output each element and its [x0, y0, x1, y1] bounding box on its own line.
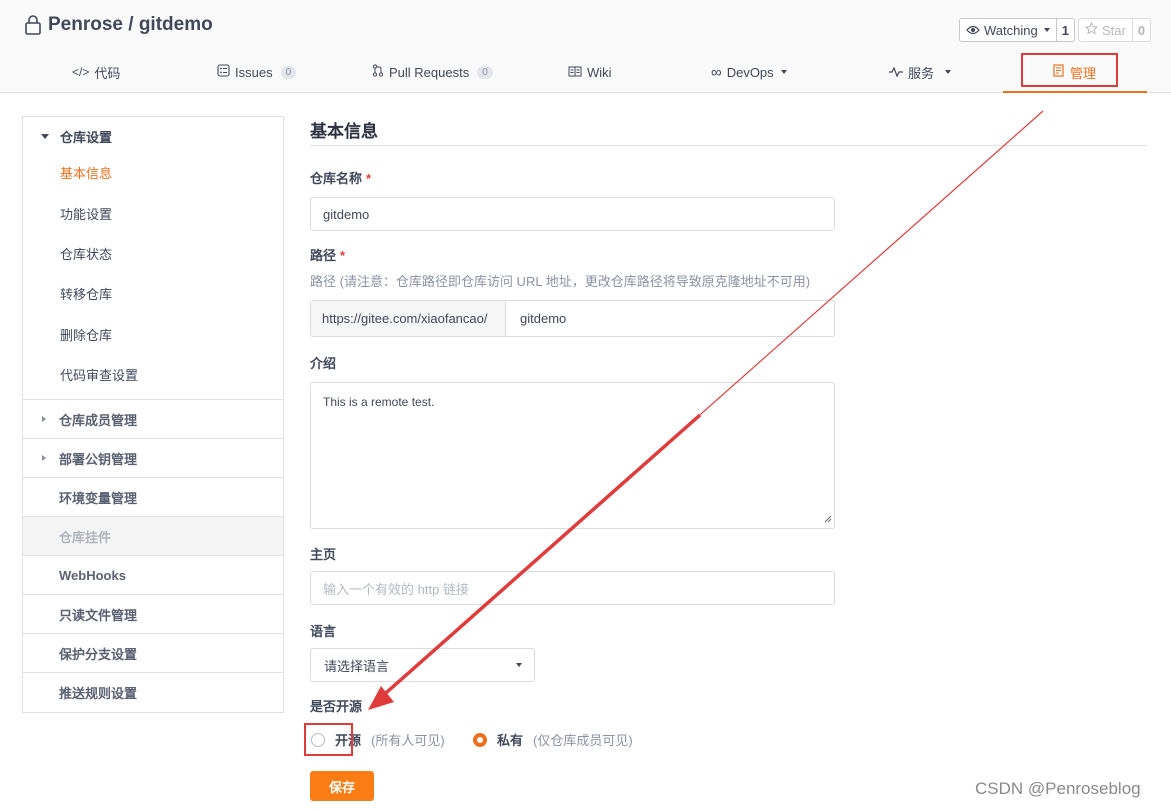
tab-pull-requests[interactable]: Pull Requests 0 [372, 52, 493, 92]
sidebar-group-repo-settings[interactable]: 仓库设置 [23, 117, 283, 155]
infinity-icon: ∞ [711, 63, 722, 81]
repo-tabs: </> 代码 Issues 0 Pull Requests 0 Wiki ∞ D… [0, 52, 1171, 92]
active-tab-indicator [1003, 91, 1147, 93]
pull-request-icon [372, 64, 384, 80]
tab-issues-label: Issues [235, 64, 273, 80]
radio-private-label: 私有 [497, 733, 524, 748]
sidebar-row-label: 仓库成员管理 [59, 412, 138, 428]
watch-button[interactable]: Watching [959, 18, 1057, 42]
sidebar-item-widgets[interactable]: 仓库挂件 [23, 516, 283, 555]
tab-devops[interactable]: ∞ DevOps [711, 52, 787, 92]
tab-wiki[interactable]: Wiki [568, 52, 612, 92]
sidebar-item-members[interactable]: 仓库成员管理 [23, 399, 283, 438]
manage-icon [1053, 64, 1065, 80]
wiki-icon [568, 65, 582, 80]
required-mark: * [340, 248, 346, 263]
sidebar-item-env-vars[interactable]: 环境变量管理 [23, 477, 283, 516]
watch-group: Watching 1 [959, 18, 1075, 42]
tab-devops-label: DevOps [726, 64, 774, 80]
sidebar-item-webhooks[interactable]: WebHooks [23, 555, 283, 594]
sidebar-row-label: 部署公钥管理 [59, 451, 138, 467]
path-prefix: https://gitee.com/xiaofancao/ [311, 301, 506, 336]
path-label: 路径 * [310, 245, 345, 264]
chevron-down-icon [945, 70, 952, 74]
homepage-input[interactable]: 输入一个有效的 http 链接 [310, 571, 835, 605]
path-label-text: 路径 [310, 248, 337, 263]
repo-header: Penrose / gitdemo Watching 1 Star 0 </> … [0, 0, 1171, 93]
watermark: CSDN @Penroseblog [975, 779, 1141, 798]
radio-open-icon[interactable] [311, 732, 325, 747]
radio-open-source[interactable]: 开源 (所有人可见) [311, 730, 445, 749]
save-button[interactable]: 保存 [310, 771, 374, 801]
tab-issues[interactable]: Issues 0 [217, 52, 297, 92]
language-select-value: 请选择语言 [324, 658, 390, 674]
code-icon: </> [72, 65, 90, 79]
tab-services[interactable]: 服务 [889, 52, 952, 92]
tab-manage[interactable]: 管理 [1053, 52, 1096, 92]
repo-title-text[interactable]: Penrose / gitdemo [48, 14, 213, 36]
sidebar-item-basic-info[interactable]: 基本信息 [60, 164, 112, 184]
star-button[interactable]: Star [1078, 18, 1133, 42]
repo-name-label-text: 仓库名称 [310, 171, 363, 186]
watch-label: Watching [984, 22, 1038, 38]
lock-icon [24, 14, 42, 36]
chevron-down-icon [41, 134, 49, 139]
radio-open-desc: (所有人可见) [371, 733, 445, 748]
issues-icon [217, 64, 230, 80]
radio-private[interactable]: 私有 (仅仓库成员可见) [473, 730, 633, 749]
repo-title: Penrose / gitdemo [24, 14, 213, 36]
radio-private-icon[interactable] [473, 732, 487, 747]
chevron-right-icon [42, 455, 46, 461]
tab-wiki-label: Wiki [587, 64, 612, 80]
sidebar-item-readonly-files[interactable]: 只读文件管理 [23, 594, 283, 633]
sidebar-item-repo-status[interactable]: 仓库状态 [60, 245, 112, 265]
settings-sidebar: 仓库设置 基本信息 功能设置 仓库状态 转移仓库 删除仓库 代码审查设置 仓库成… [22, 116, 284, 713]
path-field: https://gitee.com/xiaofancao/ gitdemo [310, 300, 835, 337]
intro-text: This is a remote test. [323, 395, 435, 409]
language-select[interactable]: 请选择语言 [310, 648, 535, 682]
issues-count-badge: 0 [280, 65, 297, 79]
homepage-label: 主页 [310, 547, 337, 562]
tab-code-label: 代码 [94, 65, 121, 81]
chevron-down-icon [1043, 28, 1050, 32]
sidebar-item-features[interactable]: 功能设置 [60, 205, 112, 225]
sidebar-item-deploy-keys[interactable]: 部署公钥管理 [23, 438, 283, 477]
repo-name-label: 仓库名称 * [310, 168, 371, 187]
page-title: 基本信息 [310, 122, 378, 141]
tab-code[interactable]: </> 代码 [72, 52, 120, 92]
star-label: Star [1102, 22, 1126, 38]
radio-private-desc: (仅仓库成员可见) [533, 733, 633, 748]
repo-name-input[interactable]: gitdemo [310, 197, 835, 231]
watch-count[interactable]: 1 [1056, 18, 1075, 42]
pulse-icon [889, 65, 903, 80]
star-group: Star 0 [1078, 18, 1152, 42]
chevron-down-icon [516, 663, 522, 667]
tab-manage-label: 管理 [1070, 65, 1097, 81]
eye-icon [966, 23, 980, 38]
chevron-right-icon [42, 416, 46, 422]
tab-pull-requests-label: Pull Requests [389, 64, 470, 80]
sidebar-item-protected-branches[interactable]: 保护分支设置 [23, 633, 283, 672]
intro-label: 介绍 [310, 356, 337, 371]
title-divider [310, 145, 1147, 146]
sidebar-item-transfer[interactable]: 转移仓库 [60, 285, 112, 305]
language-label: 语言 [310, 624, 337, 639]
chevron-down-icon [780, 70, 787, 74]
sidebar-item-push-rules[interactable]: 推送规则设置 [23, 672, 283, 711]
path-input[interactable]: gitdemo [506, 301, 834, 336]
path-hint: 路径 (请注意：仓库路径即仓库访问 URL 地址，更改仓库路径将导致原克隆地址不… [310, 274, 811, 289]
star-count[interactable]: 0 [1132, 18, 1152, 42]
open-source-label: 是否开源 [310, 699, 363, 714]
required-mark: * [366, 171, 372, 186]
tab-services-label: 服务 [908, 65, 935, 81]
sidebar-item-delete[interactable]: 删除仓库 [60, 326, 112, 346]
radio-open-label: 开源 [335, 733, 362, 748]
sidebar-group-title: 仓库设置 [60, 129, 113, 145]
resize-handle-icon[interactable] [824, 512, 832, 526]
star-icon [1084, 21, 1099, 38]
intro-textarea[interactable]: This is a remote test. [310, 382, 835, 529]
pull-requests-count-badge: 0 [477, 65, 493, 79]
sidebar-item-code-review[interactable]: 代码审查设置 [60, 366, 138, 386]
